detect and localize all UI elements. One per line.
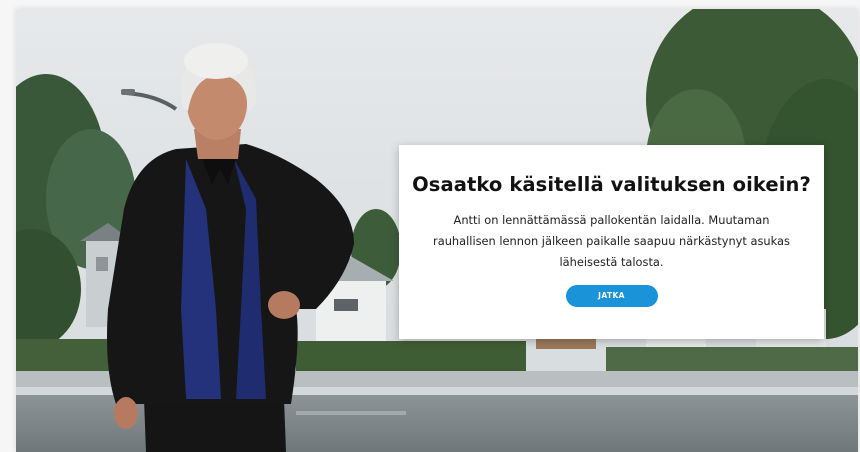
dialog-body: Antti on lennättämässä pallokentän laida…: [433, 213, 790, 269]
intro-dialog: Osaatko käsitellä valituksen oikein? Ant…: [399, 145, 824, 339]
continue-button[interactable]: JATKA: [565, 285, 658, 307]
page-frame: Osaatko käsitellä valituksen oikein? Ant…: [0, 0, 860, 452]
scene-stage: Osaatko käsitellä valituksen oikein? Ant…: [16, 9, 858, 452]
dialog-title: Osaatko käsitellä valituksen oikein?: [412, 173, 811, 196]
hedge: [296, 341, 526, 373]
